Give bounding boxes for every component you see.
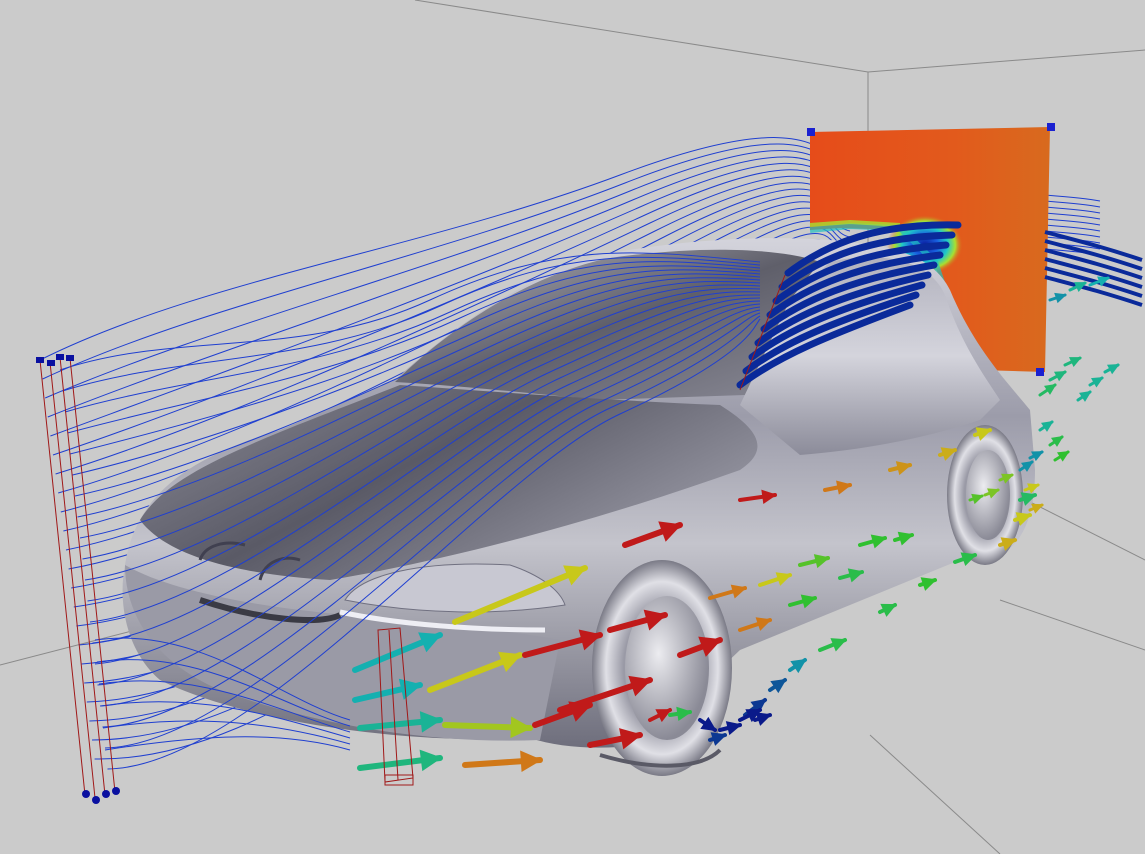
rake-handle	[92, 796, 100, 804]
streamline	[1044, 194, 1101, 202]
rake-handle	[82, 790, 90, 798]
cut-plane-handle	[1047, 123, 1055, 131]
room-edge-line	[869, 734, 1001, 854]
velocity-arrow	[1076, 390, 1092, 402]
velocity-arrow	[357, 749, 443, 772]
velocity-arrow	[818, 638, 847, 652]
rake-handle	[66, 355, 74, 361]
velocity-arrow	[1053, 450, 1070, 462]
flow-visualization-viewport[interactable]	[0, 0, 1145, 854]
streamline	[1044, 218, 1101, 226]
rake-line	[59, 356, 106, 796]
room-edge-line	[867, 49, 1145, 73]
room-edge-line	[414, 0, 869, 73]
velocity-arrow	[753, 712, 772, 726]
rake-handle	[36, 357, 44, 363]
arrow-head	[710, 732, 727, 746]
scene-canvas[interactable]	[0, 0, 1145, 854]
velocity-arrow	[462, 750, 543, 773]
arrow-head	[920, 577, 937, 591]
front-wheel-rim	[625, 596, 709, 740]
streamline	[104, 736, 351, 751]
velocity-arrow	[1088, 376, 1104, 388]
velocity-arrow	[1103, 363, 1120, 375]
rake-handle	[47, 360, 55, 366]
velocity-arrow	[878, 603, 897, 617]
velocity-arrow	[1038, 383, 1057, 397]
velocity-arrow	[768, 678, 787, 694]
arrow-head	[755, 712, 772, 726]
cut-plane-handle	[1036, 368, 1044, 376]
velocity-arrow	[708, 732, 727, 746]
rake-handle	[112, 787, 120, 795]
velocity-arrow	[1048, 435, 1064, 447]
velocity-arrow	[1063, 356, 1082, 367]
streamline	[1044, 212, 1101, 220]
rake-handle	[56, 354, 64, 360]
arrow-head	[520, 750, 542, 773]
velocity-arrow	[918, 577, 937, 591]
velocity-arrow	[788, 658, 807, 674]
velocity-arrow	[1048, 370, 1067, 382]
streamline	[1044, 224, 1101, 232]
streamline	[1044, 206, 1101, 214]
velocity-arrow	[1038, 420, 1054, 432]
velocity-arrow	[1028, 503, 1044, 514]
cut-plane-handle	[807, 128, 815, 136]
arrow-head	[1054, 292, 1067, 304]
streamline	[1044, 200, 1101, 208]
velocity-arrow	[718, 721, 742, 736]
velocity-arrow	[1048, 292, 1067, 304]
rake-handle	[102, 790, 110, 798]
room-edge-line	[999, 599, 1145, 651]
